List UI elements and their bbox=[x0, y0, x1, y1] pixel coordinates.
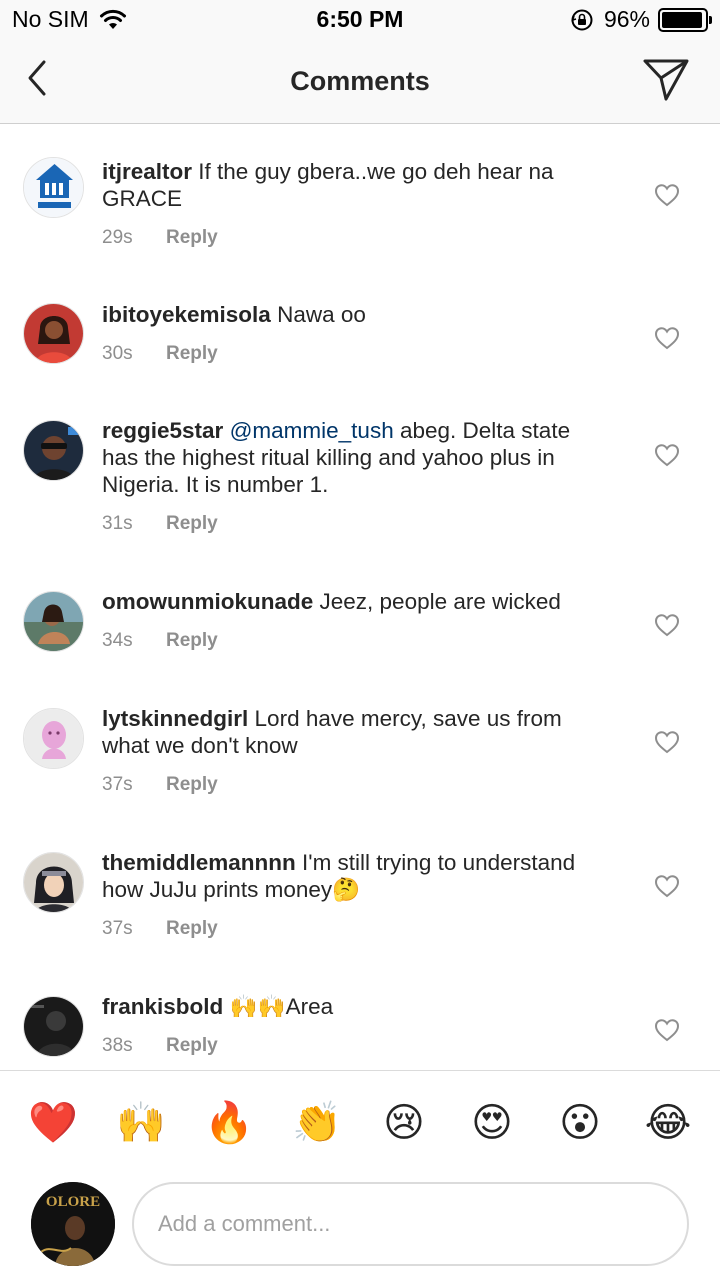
comment-meta: 31s Reply bbox=[102, 513, 218, 535]
comment-username[interactable]: itjrealtor bbox=[102, 159, 192, 184]
comment-meta: 38s Reply bbox=[102, 1035, 218, 1057]
emoji-laughing-button[interactable]: 😂 bbox=[644, 1099, 692, 1147]
comment-time: 31s bbox=[102, 513, 133, 534]
avatar[interactable] bbox=[23, 420, 84, 481]
rotation-lock-icon bbox=[571, 9, 593, 30]
comment-meta: 29s Reply bbox=[102, 227, 218, 249]
avatar[interactable] bbox=[23, 591, 84, 652]
paper-plane-icon[interactable] bbox=[642, 56, 690, 102]
emoji-clap-button[interactable]: 👏 bbox=[292, 1099, 342, 1147]
comment-username[interactable]: frankisbold bbox=[102, 994, 223, 1019]
comment-time: 37s bbox=[102, 774, 133, 795]
comment-username[interactable]: omowunmiokunade bbox=[102, 589, 313, 614]
comment-meta: 30s Reply bbox=[102, 343, 218, 365]
battery-percent: 96% bbox=[603, 6, 650, 32]
reply-button[interactable]: Reply bbox=[166, 918, 218, 940]
comment-text: lytskinnedgirl Lord have mercy, save us … bbox=[102, 705, 612, 759]
comment-time: 38s bbox=[102, 1035, 133, 1056]
comment-username[interactable]: lytskinnedgirl bbox=[102, 706, 248, 731]
comment-text: itjrealtor If the guy gbera..we go deh h… bbox=[102, 158, 612, 212]
comment-meta: 34s Reply bbox=[102, 630, 218, 652]
heart-icon[interactable] bbox=[654, 443, 680, 467]
avatar-logo-text: OLORE bbox=[46, 1194, 100, 1210]
comment-meta: 37s Reply bbox=[102, 918, 218, 940]
header: Comments bbox=[0, 40, 720, 124]
emoji-heart-button[interactable]: ❤️ bbox=[28, 1099, 78, 1147]
comment-message: Nawa oo bbox=[270, 302, 366, 327]
avatar[interactable] bbox=[23, 303, 84, 364]
heart-icon[interactable] bbox=[654, 730, 680, 754]
comment-username[interactable]: reggie5star bbox=[102, 418, 223, 443]
comment-username[interactable]: themiddlemannnn bbox=[102, 850, 296, 875]
page-title: Comments bbox=[290, 66, 430, 96]
avatar[interactable] bbox=[23, 708, 84, 769]
comment-composer: OLORE bbox=[0, 1176, 720, 1280]
comment-time: 29s bbox=[102, 227, 133, 248]
comment-text: omowunmiokunade Jeez, people are wicked bbox=[102, 588, 612, 615]
comment-meta: 37s Reply bbox=[102, 774, 218, 796]
reply-button[interactable]: Reply bbox=[166, 630, 218, 652]
comment-message: Jeez, people are wicked bbox=[313, 589, 561, 614]
heart-icon[interactable] bbox=[654, 1018, 680, 1042]
comment-input[interactable] bbox=[132, 1182, 689, 1266]
battery-level bbox=[662, 11, 703, 28]
heart-icon[interactable] bbox=[654, 613, 680, 637]
comment-time: 30s bbox=[102, 343, 133, 364]
avatar[interactable] bbox=[23, 157, 84, 218]
emoji-surprised-button[interactable]: 😮 bbox=[556, 1099, 604, 1147]
reply-button[interactable]: Reply bbox=[166, 227, 218, 249]
reply-button[interactable]: Reply bbox=[166, 1035, 218, 1057]
status-right: 96% bbox=[570, 6, 712, 33]
emoji-fire-button[interactable]: 🔥 bbox=[204, 1099, 254, 1147]
current-user-avatar[interactable]: OLORE bbox=[31, 1182, 115, 1266]
battery-icon bbox=[658, 7, 712, 32]
comment-time: 34s bbox=[102, 630, 133, 651]
heart-icon[interactable] bbox=[654, 874, 680, 898]
emoji-heart-eyes-button[interactable]: 😍 bbox=[468, 1099, 516, 1147]
comment-text: frankisbold 🙌🙌Area bbox=[102, 993, 612, 1020]
reply-button[interactable]: Reply bbox=[166, 513, 218, 535]
emoji-cry-button[interactable]: 😢 bbox=[380, 1099, 428, 1147]
reply-button[interactable]: Reply bbox=[166, 774, 218, 796]
reply-button[interactable]: Reply bbox=[166, 343, 218, 365]
avatar[interactable] bbox=[23, 852, 84, 913]
avatar[interactable] bbox=[23, 996, 84, 1057]
emoji-raised-hands-button[interactable]: 🙌 bbox=[116, 1099, 166, 1147]
heart-icon[interactable] bbox=[654, 183, 680, 207]
comment-text: reggie5star @mammie_tush abeg. Delta sta… bbox=[102, 417, 612, 498]
status-bar: No SIM 6:50 PM 96% bbox=[0, 0, 720, 40]
emoji-quick-bar: ❤️ 🙌 🔥 👏 😢 😍 😮 😂 bbox=[0, 1070, 720, 1176]
comment-username[interactable]: ibitoyekemisola bbox=[102, 302, 271, 327]
heart-icon[interactable] bbox=[654, 326, 680, 350]
comment-message: 🙌🙌Area bbox=[223, 994, 334, 1019]
comment-text: themiddlemannnn I'm still trying to unde… bbox=[102, 849, 612, 903]
comment-text: ibitoyekemisola Nawa oo bbox=[102, 301, 612, 328]
comment-mention[interactable]: @mammie_tush bbox=[230, 418, 394, 443]
comments-list[interactable]: itjrealtor If the guy gbera..we go deh h… bbox=[0, 125, 720, 1070]
comment-time: 37s bbox=[102, 918, 133, 939]
